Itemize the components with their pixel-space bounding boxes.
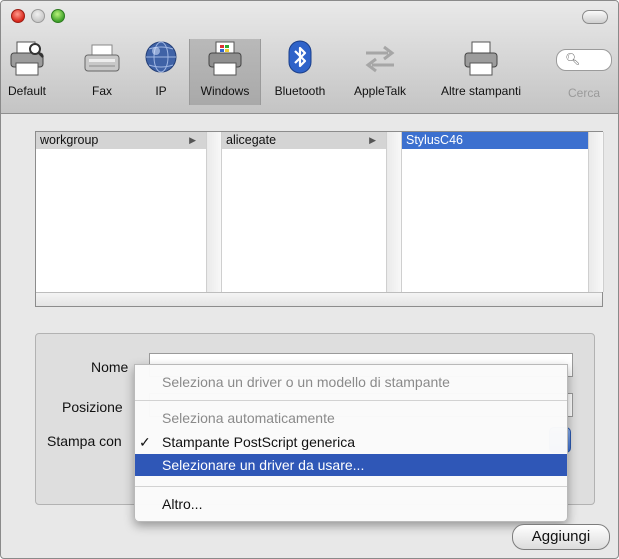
toolbar-item-label: Default: [7, 84, 47, 98]
toolbar-item-label: AppleTalk: [353, 84, 407, 98]
toolbar-item-windows[interactable]: Windows: [189, 39, 261, 105]
globe-icon: [141, 39, 181, 79]
toolbar-search[interactable]: 🔍︎ Cerca: [553, 39, 615, 105]
menu-item-auto-select: Seleziona automaticamente: [162, 410, 335, 426]
toolbar-item-appletalk[interactable]: AppleTalk: [344, 39, 416, 105]
fax-icon: [82, 39, 122, 79]
menu-item-other[interactable]: Altro...: [135, 493, 567, 515]
toolbar-item-default[interactable]: Default: [1, 39, 53, 105]
search-label: Cerca: [567, 86, 600, 100]
search-icon: 🔍︎: [565, 52, 581, 66]
list-item[interactable]: alicegate ▶: [222, 132, 386, 149]
driver-menu: Seleziona un driver o un modello di stam…: [134, 364, 568, 522]
printer-browser-area: workgroup ▶ alicegate ▶ StylusC46: [21, 121, 604, 311]
toolbar-item-label: Bluetooth: [274, 84, 326, 98]
bluetooth-icon: [280, 39, 320, 79]
window: Default Fax IP Windows Bluetooth AppleTa…: [0, 0, 619, 559]
checkmark-icon: ✓: [139, 434, 151, 450]
menu-separator: [135, 400, 567, 401]
menu-item-select-driver[interactable]: Selezionare un driver da usare...: [135, 454, 567, 476]
list-item[interactable]: StylusC46: [402, 132, 588, 149]
close-button[interactable]: [11, 9, 25, 23]
add-button[interactable]: Aggiungi: [512, 524, 610, 550]
menu-item-generic-postscript[interactable]: ✓ Stampante PostScript generica: [135, 431, 567, 453]
toolbar-item-label: Windows: [200, 84, 250, 98]
toolbar: Default Fax IP Windows Bluetooth AppleTa…: [1, 1, 618, 114]
toolbar-item-label: Fax: [91, 84, 112, 98]
printer-icon: [7, 39, 47, 79]
browser-column-2[interactable]: alicegate ▶: [222, 132, 386, 292]
location-label: Posizione: [62, 399, 123, 415]
name-label: Nome: [91, 359, 129, 375]
column-divider[interactable]: [588, 132, 604, 292]
menu-header: Seleziona un driver o un modello di stam…: [162, 374, 450, 390]
appletalk-icon: [360, 39, 400, 79]
minimize-button[interactable]: [31, 9, 45, 23]
printer-icon: [461, 39, 501, 79]
chevron-right-icon: ▶: [189, 135, 196, 145]
toolbar-item-ip[interactable]: IP: [141, 39, 181, 105]
toolbar-item-fax[interactable]: Fax: [81, 39, 123, 105]
column-divider[interactable]: [206, 132, 222, 292]
toolbar-item-label: Altre stampanti: [440, 84, 522, 98]
browser-column-3[interactable]: StylusC46: [402, 132, 588, 292]
toolbar-toggle-button[interactable]: [582, 10, 608, 24]
list-item[interactable]: workgroup ▶: [36, 132, 206, 149]
horizontal-scrollbar[interactable]: [36, 292, 602, 306]
chevron-right-icon: ▶: [369, 135, 376, 145]
menu-item-label: Stampante PostScript generica: [162, 434, 355, 450]
column-browser: workgroup ▶ alicegate ▶ StylusC46: [35, 131, 604, 307]
menu-separator: [135, 486, 567, 487]
windows-printer-icon: [205, 39, 245, 79]
toolbar-item-altre-stampanti[interactable]: Altre stampanti: [425, 39, 537, 105]
column-divider[interactable]: [386, 132, 402, 292]
zoom-button[interactable]: [51, 9, 65, 23]
browser-column-1[interactable]: workgroup ▶: [36, 132, 206, 292]
search-input[interactable]: 🔍︎: [556, 49, 612, 71]
toolbar-item-label: IP: [155, 84, 167, 98]
toolbar-item-bluetooth[interactable]: Bluetooth: [265, 39, 335, 105]
print-using-label: Stampa con: [47, 433, 122, 449]
